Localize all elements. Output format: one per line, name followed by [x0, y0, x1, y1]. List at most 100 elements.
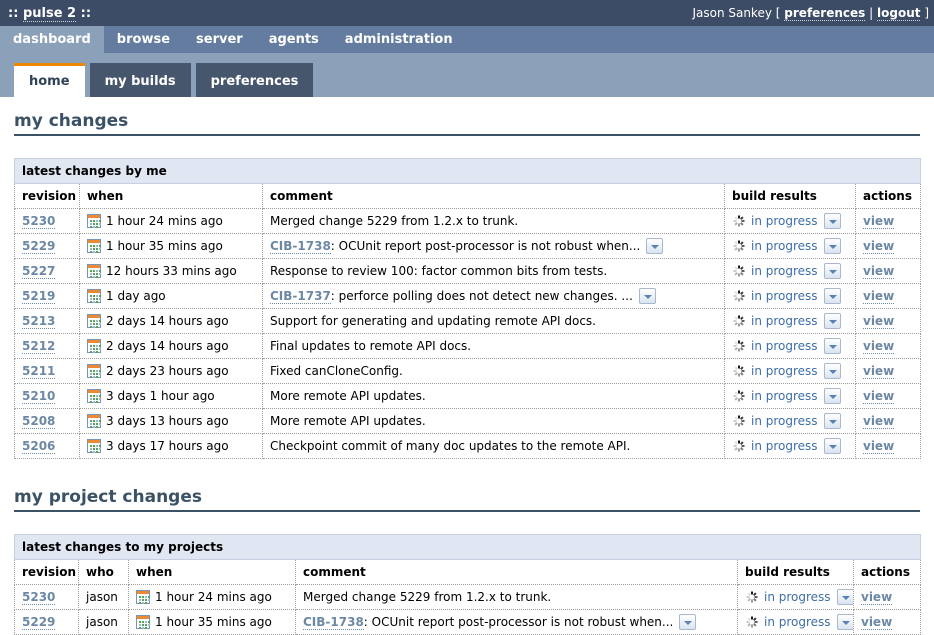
- revision-link[interactable]: 5230: [22, 214, 55, 229]
- build-results-dropdown[interactable]: [824, 213, 841, 229]
- build-status-link[interactable]: in progress: [751, 439, 818, 453]
- view-action-link[interactable]: view: [863, 389, 894, 404]
- build-status-link[interactable]: in progress: [751, 264, 818, 278]
- nav-item-dashboard[interactable]: dashboard: [0, 26, 104, 53]
- spinner-icon: [732, 264, 746, 278]
- comment-expand-button[interactable]: [639, 288, 656, 304]
- when-text: 2 days 14 hours ago: [106, 339, 229, 353]
- revision-link[interactable]: 5210: [22, 389, 55, 404]
- spinner-icon: [732, 414, 746, 428]
- view-action-link[interactable]: view: [863, 264, 894, 279]
- build-results-dropdown[interactable]: [824, 238, 841, 254]
- comment-expand-button[interactable]: [679, 614, 696, 630]
- build-results-dropdown[interactable]: [824, 413, 841, 429]
- build-results-cell: in progress: [725, 434, 856, 459]
- logout-link[interactable]: logout: [877, 6, 920, 21]
- view-action-link[interactable]: view: [861, 590, 892, 605]
- build-results-dropdown[interactable]: [824, 338, 841, 354]
- build-status-link[interactable]: in progress: [751, 239, 818, 253]
- revision-link[interactable]: 5213: [22, 314, 55, 329]
- revision-link[interactable]: 5206: [22, 439, 55, 454]
- calendar-dots: [90, 420, 92, 422]
- calendar-dots: [90, 320, 92, 322]
- revision-link[interactable]: 5212: [22, 339, 55, 354]
- view-action-link[interactable]: view: [861, 615, 892, 630]
- view-action-link[interactable]: view: [863, 239, 894, 254]
- when-cell: 1 hour 35 mins ago: [129, 610, 296, 635]
- build-results-dropdown[interactable]: [824, 288, 841, 304]
- revision-cell: 5213: [15, 309, 80, 334]
- when-cell: 3 days 1 hour ago: [80, 384, 263, 409]
- comment-expand-button[interactable]: [646, 238, 663, 254]
- build-results-dropdown[interactable]: [837, 589, 854, 605]
- pulse-home-link[interactable]: pulse 2: [23, 6, 76, 22]
- preferences-link[interactable]: preferences: [784, 6, 865, 21]
- when-cell: 1 day ago: [80, 284, 263, 309]
- when-cell: 12 hours 33 mins ago: [80, 259, 263, 284]
- view-action-link[interactable]: view: [863, 364, 894, 379]
- revision-link[interactable]: 5229: [22, 615, 55, 630]
- spinner-icon: [732, 339, 746, 353]
- nav-item-browse[interactable]: browse: [104, 26, 183, 53]
- build-results-dropdown[interactable]: [824, 263, 841, 279]
- build-results-cell: in progress: [725, 359, 856, 384]
- build-status-link[interactable]: in progress: [764, 590, 831, 604]
- actions-cell: view: [854, 585, 921, 610]
- comment-cell: Response to review 100: factor common bi…: [263, 259, 725, 284]
- build-status-link[interactable]: in progress: [751, 314, 818, 328]
- bracket-close: ]: [924, 6, 929, 20]
- revision-cell: 5208: [15, 409, 80, 434]
- revision-cell: 5211: [15, 359, 80, 384]
- build-status-link[interactable]: in progress: [751, 364, 818, 378]
- when-text: 1 hour 35 mins ago: [155, 615, 272, 629]
- view-action-link[interactable]: view: [863, 414, 894, 429]
- calendar-icon: [87, 364, 101, 378]
- issue-link[interactable]: CIB-1737: [270, 289, 331, 304]
- revision-link[interactable]: 5211: [22, 364, 55, 379]
- tab-my-builds[interactable]: my builds: [90, 63, 191, 97]
- build-status-link[interactable]: in progress: [751, 214, 818, 228]
- user-box: Jason Sankey [ preferences | logout ]: [692, 6, 929, 20]
- view-action-link[interactable]: view: [863, 339, 894, 354]
- calendar-icon: [87, 389, 101, 403]
- build-results-cell: in progress: [725, 309, 856, 334]
- build-status-link[interactable]: in progress: [751, 389, 818, 403]
- build-results-dropdown[interactable]: [824, 363, 841, 379]
- nav-item-administration[interactable]: administration: [332, 26, 466, 53]
- build-results-dropdown[interactable]: [824, 438, 841, 454]
- build-status-link[interactable]: in progress: [751, 414, 818, 428]
- build-status-link[interactable]: in progress: [764, 615, 831, 629]
- calendar-icon: [87, 214, 101, 228]
- build-results-cell: in progress: [738, 610, 854, 635]
- tab-home[interactable]: home: [14, 63, 85, 97]
- tab-preferences[interactable]: preferences: [196, 63, 314, 97]
- build-results-dropdown[interactable]: [837, 614, 854, 630]
- actions-cell: view: [856, 409, 921, 434]
- revision-link[interactable]: 5230: [22, 590, 55, 605]
- comment-cell: Merged change 5229 from 1.2.x to trunk.: [263, 209, 725, 234]
- table-row: 52083 days 13 hours agoMore remote API u…: [15, 409, 921, 434]
- build-status-link[interactable]: in progress: [751, 339, 818, 353]
- build-status-link[interactable]: in progress: [751, 289, 818, 303]
- calendar-dots: [90, 445, 92, 447]
- issue-link[interactable]: CIB-1738: [270, 239, 331, 254]
- nav-item-agents[interactable]: agents: [256, 26, 332, 53]
- revision-link[interactable]: 5227: [22, 264, 55, 279]
- issue-link[interactable]: CIB-1738: [303, 615, 364, 630]
- revision-link[interactable]: 5219: [22, 289, 55, 304]
- view-action-link[interactable]: view: [863, 214, 894, 229]
- when-cell: 3 days 13 hours ago: [80, 409, 263, 434]
- build-results-dropdown[interactable]: [824, 388, 841, 404]
- view-action-link[interactable]: view: [863, 314, 894, 329]
- revision-link[interactable]: 5229: [22, 239, 55, 254]
- comment-cell: Final updates to remote API docs.: [263, 334, 725, 359]
- table-row: 52112 days 23 hours agoFixed canCloneCon…: [15, 359, 921, 384]
- revision-link[interactable]: 5208: [22, 414, 55, 429]
- build-results-dropdown[interactable]: [824, 313, 841, 329]
- who-cell: jason: [79, 585, 129, 610]
- nav-item-server[interactable]: server: [183, 26, 256, 53]
- view-action-link[interactable]: view: [863, 289, 894, 304]
- view-action-link[interactable]: view: [863, 439, 894, 454]
- actions-cell: view: [856, 309, 921, 334]
- revision-cell: 5229: [15, 234, 80, 259]
